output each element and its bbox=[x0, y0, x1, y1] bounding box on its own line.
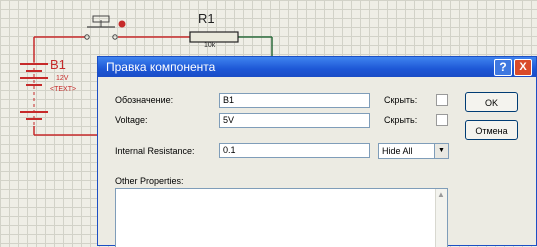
dialog-titlebar[interactable]: Правка компонента ? X bbox=[98, 57, 536, 77]
hide-all-value: Hide All bbox=[382, 146, 413, 156]
switch-symbol[interactable] bbox=[84, 15, 118, 40]
resistor-designator: R1 bbox=[198, 11, 215, 26]
other-properties-textarea[interactable]: ▲ bbox=[115, 188, 448, 247]
voltage-field[interactable]: 5V bbox=[219, 113, 370, 128]
help-button[interactable]: ? bbox=[494, 59, 512, 76]
battery-text-label: <TEXT> bbox=[50, 86, 77, 93]
hide-designator-label: Скрыть: bbox=[384, 95, 418, 105]
voltage-label: Voltage: bbox=[115, 115, 148, 125]
designator-label: Обозначение: bbox=[115, 95, 174, 105]
battery-voltage-label: 12V bbox=[56, 75, 69, 82]
battery-symbol[interactable] bbox=[20, 62, 48, 126]
cancel-button[interactable]: Отмена bbox=[465, 120, 518, 140]
scroll-up-icon[interactable]: ▲ bbox=[437, 191, 445, 199]
internal-resistance-field[interactable]: 0.1 bbox=[219, 143, 370, 158]
dialog-title: Правка компонента bbox=[106, 60, 216, 74]
hide-voltage-label: Скрыть: bbox=[384, 115, 418, 125]
pin-marker bbox=[118, 20, 126, 28]
vertical-scrollbar[interactable]: ▲ bbox=[435, 189, 447, 247]
ok-button[interactable]: OK bbox=[465, 92, 518, 112]
edit-component-dialog: Правка компонента ? X Обозначение: B1 Ск… bbox=[97, 56, 537, 247]
hide-voltage-checkbox[interactable] bbox=[436, 114, 448, 126]
battery-designator: B1 bbox=[50, 57, 66, 72]
dropdown-arrow-icon[interactable]: ▼ bbox=[434, 144, 448, 158]
hide-designator-checkbox[interactable] bbox=[436, 94, 448, 106]
resistor-symbol[interactable] bbox=[189, 31, 239, 43]
close-button[interactable]: X bbox=[514, 59, 532, 76]
internal-resistance-label: Internal Resistance: bbox=[115, 146, 195, 156]
hide-all-select[interactable]: Hide All ▼ bbox=[378, 143, 449, 159]
other-properties-label: Other Properties: bbox=[115, 176, 184, 186]
designator-field[interactable]: B1 bbox=[219, 93, 370, 108]
resistor-value-label: 10k bbox=[204, 42, 216, 49]
